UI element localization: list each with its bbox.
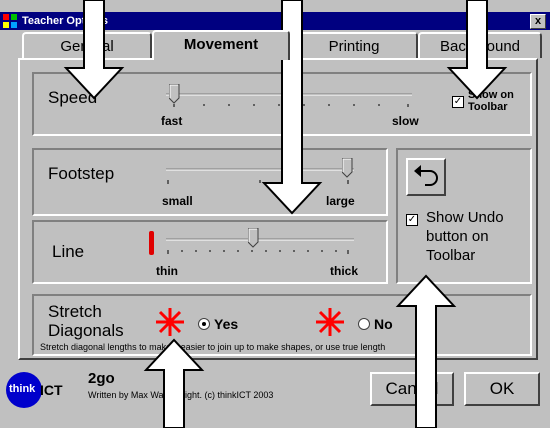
line-slider-thumb[interactable]: [248, 228, 259, 248]
ok-button[interactable]: OK: [464, 372, 540, 406]
tab-printing[interactable]: Printing: [290, 32, 418, 58]
show-on-toolbar-checkbox[interactable]: ✓: [452, 96, 464, 108]
speed-min-label: fast: [161, 114, 183, 128]
no-asterisk-icon: [316, 308, 344, 336]
line-width-indicator: [149, 231, 154, 255]
speed-label: Speed: [48, 88, 98, 107]
no-label: No: [374, 316, 393, 332]
line-slider[interactable]: [164, 226, 360, 256]
stretch-diagonals-label: Stretch Diagonals: [48, 302, 124, 340]
undo-group: ✓ Show Undo button on Toolbar: [396, 148, 532, 284]
speed-slider-track: [166, 93, 412, 107]
footer: think ICT 2go Written by Max Wainewright…: [0, 362, 550, 428]
footstep-max-label: large: [326, 194, 355, 208]
cancel-button[interactable]: Cancel: [370, 372, 454, 406]
window-title: Teacher Options: [22, 15, 108, 27]
speed-max-label: slow: [392, 114, 419, 128]
speed-group: Speed fast slow ✓ Show on Toolbar: [32, 72, 532, 136]
logo-think-text: think: [9, 383, 36, 395]
show-on-toolbar-label: Show on Toolbar: [468, 89, 514, 113]
stretch-diagonals-group: Stretch Diagonals Yes No Stretch diagona…: [32, 294, 532, 356]
yes-label: Yes: [214, 316, 239, 332]
line-group: Line thin thick: [32, 220, 388, 284]
show-undo-checkbox[interactable]: ✓: [406, 214, 418, 226]
yes-radio[interactable]: [198, 318, 210, 330]
app-icon: [3, 14, 17, 28]
yes-radio-option[interactable]: Yes: [198, 316, 268, 332]
speed-slider[interactable]: [164, 84, 416, 110]
logo-ict-text: ICT: [40, 382, 63, 398]
line-max-label: thick: [330, 264, 359, 278]
line-slider-track: [166, 238, 354, 254]
stretch-help-text: Stretch diagonal lengths to make it easi…: [40, 342, 386, 352]
no-radio-option[interactable]: No: [358, 316, 418, 332]
yes-asterisk-icon: [156, 308, 184, 336]
app-name: 2go: [88, 370, 115, 387]
tab-background[interactable]: Background: [418, 32, 542, 58]
line-label: Line: [52, 242, 85, 261]
movement-panel: Speed fast slow ✓ Show on Toolbar Footst…: [18, 58, 538, 360]
footstep-group: Footstep small large: [32, 148, 388, 216]
footstep-label: Footstep: [48, 164, 115, 183]
footstep-slider-thumb[interactable]: [342, 158, 353, 178]
tab-general[interactable]: General: [22, 32, 152, 58]
undo-icon: [414, 165, 438, 186]
close-button[interactable]: x: [530, 14, 546, 29]
undo-button[interactable]: [406, 158, 446, 196]
footstep-min-label: small: [162, 194, 193, 208]
no-radio[interactable]: [358, 318, 370, 330]
tab-movement[interactable]: Movement: [152, 30, 290, 60]
footstep-slider[interactable]: [164, 158, 360, 186]
credit-text: Written by Max Wainewright. (c) thinkICT…: [88, 390, 274, 400]
show-undo-label: Show Undo button on Toolbar: [426, 209, 504, 264]
teacher-options-window: Teacher Options x General Movement Print…: [0, 0, 550, 428]
line-min-label: thin: [156, 264, 178, 278]
thinkict-logo: think ICT: [6, 372, 86, 408]
speed-slider-thumb[interactable]: [169, 84, 180, 104]
footstep-slider-track: [166, 168, 354, 184]
title-bar: Teacher Options x: [0, 12, 550, 30]
